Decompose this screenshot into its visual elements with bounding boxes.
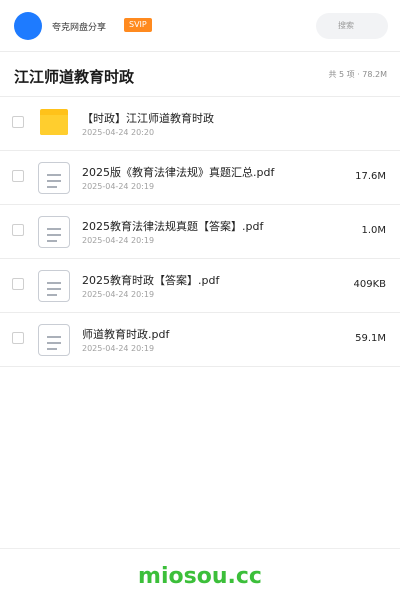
select-checkbox[interactable] [12, 332, 24, 344]
select-checkbox[interactable] [12, 116, 24, 128]
document-icon [37, 215, 71, 249]
item-name: 师道教育时政.pdf [82, 328, 170, 341]
folder-summary: 共 5 项 · 78.2M [328, 70, 387, 79]
item-name: 2025教育时政【答案】.pdf [82, 274, 220, 287]
document-icon [37, 161, 71, 195]
svip-badge: SVIP [124, 18, 152, 32]
list-item[interactable]: 师道教育时政.pdf 2025-04-24 20:19 59.1M [0, 313, 400, 367]
item-size: 409KB [353, 279, 386, 290]
item-date: 2025-04-24 20:19 [82, 344, 155, 353]
top-bar: 夸克网盘分享 SVIP 搜索 [0, 0, 400, 52]
search-input[interactable]: 搜索 [316, 13, 388, 39]
item-date: 2025-04-24 20:19 [82, 182, 155, 191]
select-checkbox[interactable] [12, 170, 24, 182]
page-title: 江江师道教育时政 [14, 68, 135, 86]
brand-watermark: miosou.cc [138, 564, 262, 589]
list-item[interactable]: 2025版《教育法律法规》真题汇总.pdf 2025-04-24 20:19 1… [0, 151, 400, 205]
select-checkbox[interactable] [12, 278, 24, 290]
footer: miosou.cc [0, 548, 400, 600]
list-item[interactable]: 2025教育时政【答案】.pdf 2025-04-24 20:19 409KB [0, 259, 400, 313]
item-size: 17.6M [355, 171, 386, 182]
item-date: 2025-04-24 20:19 [82, 290, 155, 299]
list-item[interactable]: 【时政】江江师道教育时政 2025-04-24 20:20 [0, 97, 400, 151]
item-size: 59.1M [355, 333, 386, 344]
app-name: 夸克网盘分享 [52, 23, 107, 33]
item-size: 1.0M [361, 225, 386, 236]
item-date: 2025-04-24 20:19 [82, 236, 155, 245]
item-date: 2025-04-24 20:20 [82, 128, 155, 137]
file-list: 【时政】江江师道教育时政 2025-04-24 20:20 2025版《教育法律… [0, 97, 400, 367]
item-name: 2025教育法律法规真题【答案】.pdf [82, 220, 264, 233]
item-name: 【时政】江江师道教育时政 [82, 112, 214, 125]
folder-header: 江江师道教育时政 共 5 项 · 78.2M [0, 52, 400, 97]
list-item[interactable]: 2025教育法律法规真题【答案】.pdf 2025-04-24 20:19 1.… [0, 205, 400, 259]
document-icon [37, 269, 71, 303]
avatar[interactable] [14, 12, 42, 40]
folder-icon [37, 107, 71, 141]
item-name: 2025版《教育法律法规》真题汇总.pdf [82, 166, 275, 179]
select-checkbox[interactable] [12, 224, 24, 236]
document-icon [37, 323, 71, 357]
